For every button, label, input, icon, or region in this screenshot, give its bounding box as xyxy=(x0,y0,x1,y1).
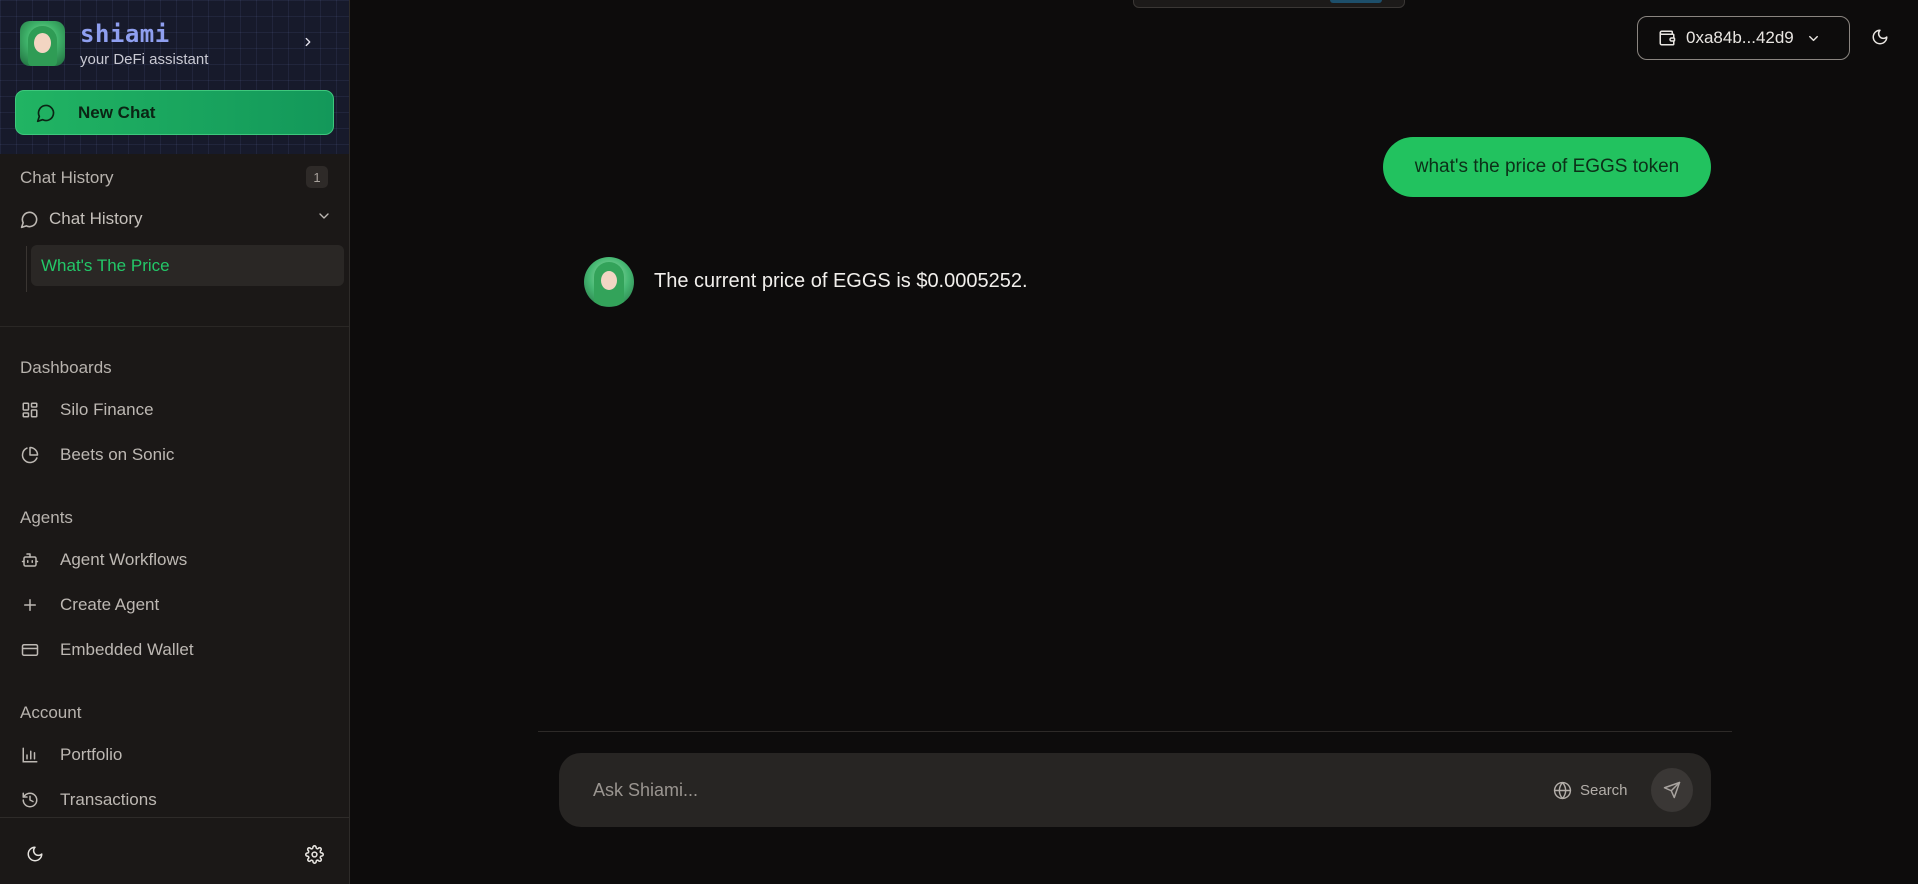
history-tree-line xyxy=(26,246,27,292)
send-button[interactable] xyxy=(1651,768,1693,812)
bar-chart-icon xyxy=(20,745,40,765)
sidebar-collapse-button[interactable] xyxy=(296,30,320,54)
send-icon xyxy=(1663,781,1681,799)
composer: Search xyxy=(559,753,1711,827)
plus-icon xyxy=(20,595,40,615)
pie-chart-icon xyxy=(20,445,40,465)
sidebar-item-label: Create Agent xyxy=(60,595,160,614)
chat-count-badge: 1 xyxy=(306,166,328,188)
app-root: shiami your DeFi assistant New Chat Chat… xyxy=(0,0,1918,884)
wallet-button[interactable]: 0xa84b...42d9 xyxy=(1637,16,1850,60)
chat-bubble-icon xyxy=(36,104,55,122)
sidebar-item-portfolio[interactable]: Portfolio xyxy=(20,740,332,770)
sidebar-header: shiami your DeFi assistant New Chat xyxy=(0,0,349,154)
sidebar-item-label: Embedded Wallet xyxy=(60,640,194,659)
sidebar-item-beets-on-sonic[interactable]: Beets on Sonic xyxy=(20,440,332,470)
header-theme-toggle-button[interactable] xyxy=(1869,26,1891,48)
chat-history-group-toggle[interactable]: Chat History xyxy=(20,206,332,232)
web-search-toggle[interactable]: Search xyxy=(1553,779,1628,801)
chevron-right-icon xyxy=(305,37,311,47)
moon-icon xyxy=(27,846,43,862)
brand-avatar xyxy=(20,21,65,66)
chevron-down-icon xyxy=(319,213,329,219)
agents-title: Agents xyxy=(20,508,73,527)
new-chat-button[interactable]: New Chat xyxy=(15,90,334,135)
sidebar: shiami your DeFi assistant New Chat Chat… xyxy=(0,0,350,884)
sidebar-item-label: Transactions xyxy=(60,790,157,809)
sidebar-item-transactions[interactable]: Transactions xyxy=(20,785,332,815)
account-title: Account xyxy=(20,703,82,722)
top-notification-pill xyxy=(1133,0,1405,8)
sidebar-item-create-agent[interactable]: Create Agent xyxy=(20,590,332,620)
chat-input[interactable] xyxy=(593,773,1493,807)
bot-icon xyxy=(20,550,40,570)
wallet-icon xyxy=(1659,30,1676,46)
sidebar-footer xyxy=(0,817,349,884)
brand-tagline: your DeFi assistant xyxy=(80,51,209,68)
globe-icon xyxy=(1553,781,1572,799)
chat-bubble-icon xyxy=(20,211,38,228)
sidebar-item-label: Beets on Sonic xyxy=(60,445,175,464)
sidebar-item-label: Agent Workflows xyxy=(60,550,188,569)
sidebar-item-silo-finance[interactable]: Silo Finance xyxy=(20,395,332,425)
chat-history-title: Chat History xyxy=(20,168,114,187)
chat-history-group-label: Chat History xyxy=(49,209,143,228)
search-label: Search xyxy=(1580,781,1628,799)
dashboard-grid-icon xyxy=(20,400,40,420)
gear-icon xyxy=(304,844,324,864)
assistant-avatar xyxy=(584,257,634,307)
moon-icon xyxy=(1872,29,1888,45)
sidebar-item-label: Portfolio xyxy=(60,745,123,764)
assistant-message-text: The current price of EGGS is $0.0005252. xyxy=(654,270,1028,292)
wallet-address: 0xa84b...42d9 xyxy=(1686,28,1794,47)
chevron-down-icon xyxy=(1808,35,1818,41)
history-icon xyxy=(20,790,40,810)
dashboards-title: Dashboards xyxy=(20,358,112,377)
settings-button[interactable] xyxy=(302,842,326,866)
new-chat-label: New Chat xyxy=(78,102,156,122)
credit-card-icon xyxy=(20,640,40,660)
brand-name: shiami xyxy=(80,20,170,48)
sidebar-item-label: Silo Finance xyxy=(60,400,154,419)
chat-history-item[interactable]: What's The Price xyxy=(31,245,344,286)
sidebar-item-embedded-wallet[interactable]: Embedded Wallet xyxy=(20,635,332,665)
chat-history-item-label: What's The Price xyxy=(41,255,170,275)
sidebar-item-agent-workflows[interactable]: Agent Workflows xyxy=(20,545,332,575)
sidebar-divider xyxy=(0,326,349,327)
theme-toggle-button[interactable] xyxy=(23,842,47,866)
composer-divider xyxy=(538,731,1732,732)
user-message-bubble: what's the price of EGGS token xyxy=(1383,137,1711,197)
